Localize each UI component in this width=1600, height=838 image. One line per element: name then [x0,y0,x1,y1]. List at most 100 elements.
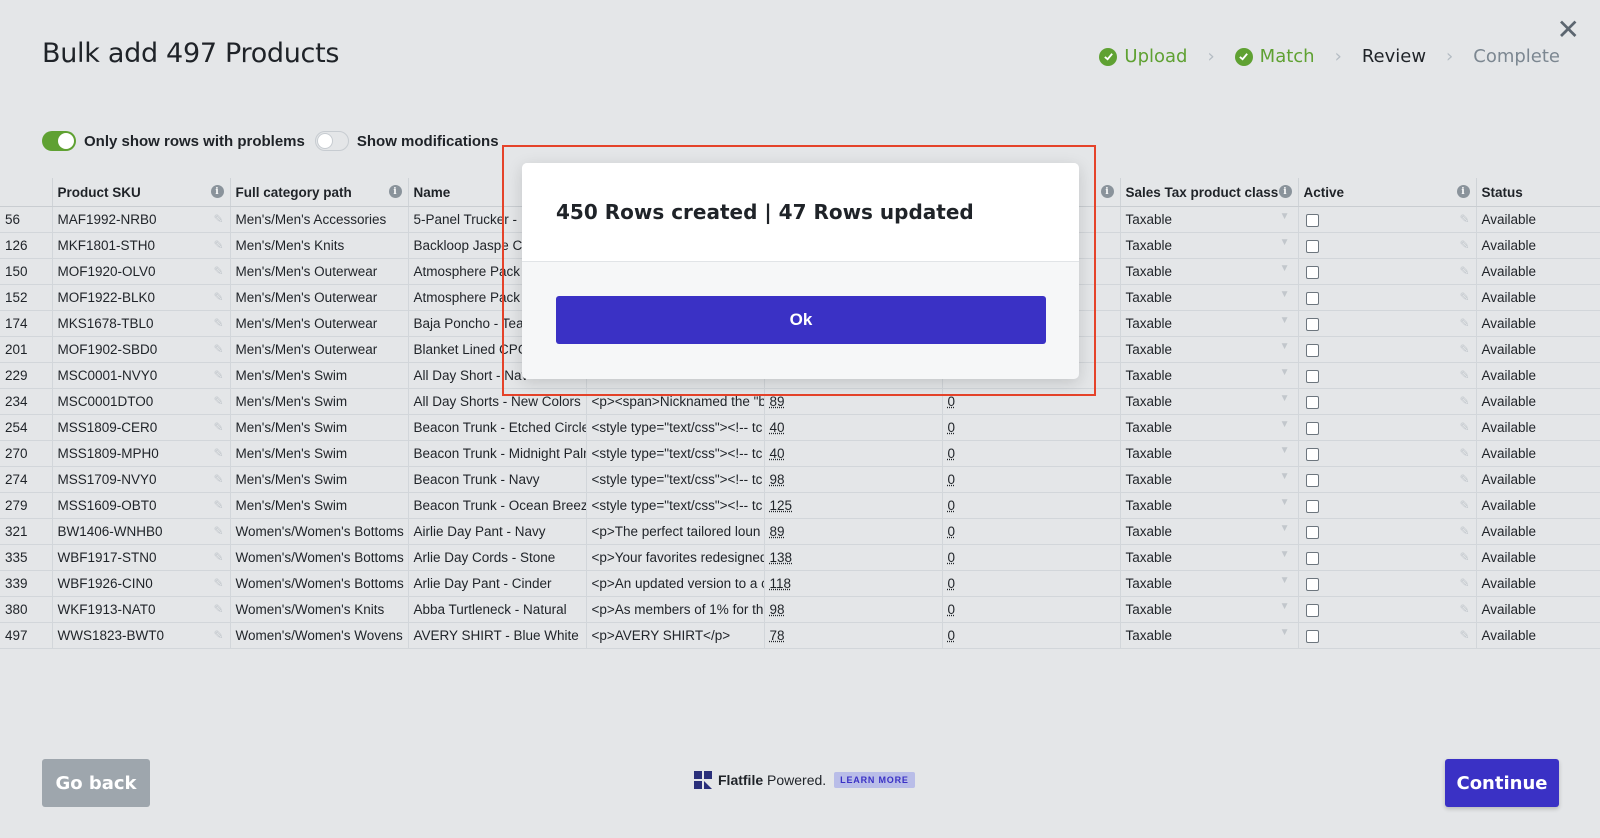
tax-class-cell[interactable]: Taxable ▼ [1120,466,1299,493]
active-checkbox[interactable] [1305,499,1319,513]
quantity-cell[interactable]: 0 [942,622,1121,649]
quantity-cell[interactable]: 0 [942,518,1121,545]
tax-class-cell[interactable]: Taxable ▼ [1120,232,1299,259]
name-cell[interactable]: Airlie Day Pant - Navy [408,518,587,545]
status-cell[interactable]: Available [1476,284,1600,311]
price-cell[interactable]: 138 [764,544,943,571]
quantity-cell[interactable]: 0 [942,492,1121,519]
tax-class-cell[interactable]: Taxable ▼ [1120,258,1299,285]
active-cell[interactable]: ✎ [1298,518,1477,545]
status-cell[interactable]: Available [1476,232,1600,259]
name-cell[interactable]: Beacon Trunk - Etched Circle [408,414,587,441]
sku-cell[interactable]: MSS1809-MPH0 ✎ [52,440,231,467]
status-cell[interactable]: Available [1476,518,1600,545]
description-cell[interactable]: <style type="text/css"><!-- tc [586,440,765,467]
status-cell[interactable]: Available [1476,570,1600,597]
tax-class-cell[interactable]: Taxable ▼ [1120,544,1299,571]
active-cell[interactable]: ✎ [1298,414,1477,441]
price-cell[interactable]: 40 [764,414,943,441]
description-cell[interactable]: <p>Your favorites redesigned [586,544,765,571]
status-cell[interactable]: Available [1476,388,1600,415]
active-checkbox[interactable] [1305,525,1319,539]
active-checkbox[interactable] [1305,603,1319,617]
tax-class-cell[interactable]: Taxable ▼ [1120,284,1299,311]
active-checkbox[interactable] [1305,291,1319,305]
active-checkbox[interactable] [1305,551,1319,565]
description-cell[interactable]: <style type="text/css"><!-- tc [586,466,765,493]
tax-class-cell[interactable]: Taxable ▼ [1120,622,1299,649]
tax-class-cell[interactable]: Taxable ▼ [1120,362,1299,389]
active-cell[interactable]: ✎ [1298,466,1477,493]
status-cell[interactable]: Available [1476,466,1600,493]
modifications-toggle[interactable] [314,131,349,151]
active-cell[interactable]: ✎ [1298,284,1477,311]
category-cell[interactable]: Men's/Men's Accessories [230,206,409,233]
close-icon[interactable]: ✕ [1557,16,1580,44]
price-cell[interactable]: 40 [764,440,943,467]
category-cell[interactable]: Women's/Women's Bottoms [230,518,409,545]
active-checkbox[interactable] [1305,447,1319,461]
active-cell[interactable]: ✎ [1298,440,1477,467]
active-cell[interactable]: ✎ [1298,544,1477,571]
description-cell[interactable]: <p>The perfect tailored loun [586,518,765,545]
active-checkbox[interactable] [1305,629,1319,643]
status-cell[interactable]: Available [1476,440,1600,467]
sku-cell[interactable]: MAF1992-NRB0 ✎ [52,206,231,233]
status-cell[interactable]: Available [1476,596,1600,623]
active-cell[interactable]: ✎ [1298,622,1477,649]
problems-toggle[interactable] [42,131,76,151]
category-cell[interactable]: Men's/Men's Knits [230,232,409,259]
info-icon[interactable]: i [1100,185,1114,198]
active-cell[interactable]: ✎ [1298,388,1477,415]
learn-more-link[interactable]: LEARN MORE [834,772,915,788]
sku-cell[interactable]: MSC0001DTO0 ✎ [52,388,231,415]
category-cell[interactable]: Men's/Men's Swim [230,414,409,441]
category-cell[interactable]: Men's/Men's Outerwear [230,336,409,363]
sku-cell[interactable]: WWS1823-BWT0 ✎ [52,622,231,649]
column-header[interactable]: Sales Tax product class i [1120,178,1299,207]
tax-class-cell[interactable]: Taxable ▼ [1120,206,1299,233]
category-cell[interactable]: Women's/Women's Wovens [230,622,409,649]
tax-class-cell[interactable]: Taxable ▼ [1120,492,1299,519]
active-cell[interactable]: ✎ [1298,336,1477,363]
active-cell[interactable]: ✎ [1298,206,1477,233]
sku-cell[interactable]: WBF1917-STN0 ✎ [52,544,231,571]
ok-button[interactable]: Ok [556,296,1046,344]
active-cell[interactable]: ✎ [1298,310,1477,337]
name-cell[interactable]: Beacon Trunk - Navy [408,466,587,493]
category-cell[interactable]: Men's/Men's Swim [230,362,409,389]
price-cell[interactable]: 125 [764,492,943,519]
name-cell[interactable]: Beacon Trunk - Midnight Palm [408,440,587,467]
column-header[interactable]: Product SKU i [52,178,231,207]
status-cell[interactable]: Available [1476,492,1600,519]
sku-cell[interactable]: MSS1609-OBT0 ✎ [52,492,231,519]
active-checkbox[interactable] [1305,265,1319,279]
status-cell[interactable]: Available [1476,336,1600,363]
active-cell[interactable]: ✎ [1298,362,1477,389]
tax-class-cell[interactable]: Taxable ▼ [1120,518,1299,545]
column-header[interactable]: Active i [1298,178,1477,207]
tax-class-cell[interactable]: Taxable ▼ [1120,440,1299,467]
active-checkbox[interactable] [1305,395,1319,409]
sku-cell[interactable]: MKF1801-STH0 ✎ [52,232,231,259]
quantity-cell[interactable]: 0 [942,466,1121,493]
sku-cell[interactable]: MKS1678-TBL0 ✎ [52,310,231,337]
status-cell[interactable]: Available [1476,258,1600,285]
active-cell[interactable]: ✎ [1298,570,1477,597]
price-cell[interactable]: 78 [764,622,943,649]
category-cell[interactable]: Men's/Men's Swim [230,388,409,415]
info-icon[interactable]: i [1278,185,1292,198]
active-checkbox[interactable] [1305,213,1319,227]
info-icon[interactable]: i [388,185,402,198]
active-checkbox[interactable] [1305,239,1319,253]
sku-cell[interactable]: WBF1926-CIN0 ✎ [52,570,231,597]
quantity-cell[interactable]: 0 [942,544,1121,571]
category-cell[interactable]: Men's/Men's Swim [230,466,409,493]
sku-cell[interactable]: MSC0001-NVY0 ✎ [52,362,231,389]
active-cell[interactable]: ✎ [1298,596,1477,623]
quantity-cell[interactable]: 0 [942,596,1121,623]
category-cell[interactable]: Men's/Men's Outerwear [230,258,409,285]
price-cell[interactable]: 118 [764,570,943,597]
description-cell[interactable]: <style type="text/css"><!-- tc [586,414,765,441]
category-cell[interactable]: Men's/Men's Outerwear [230,284,409,311]
